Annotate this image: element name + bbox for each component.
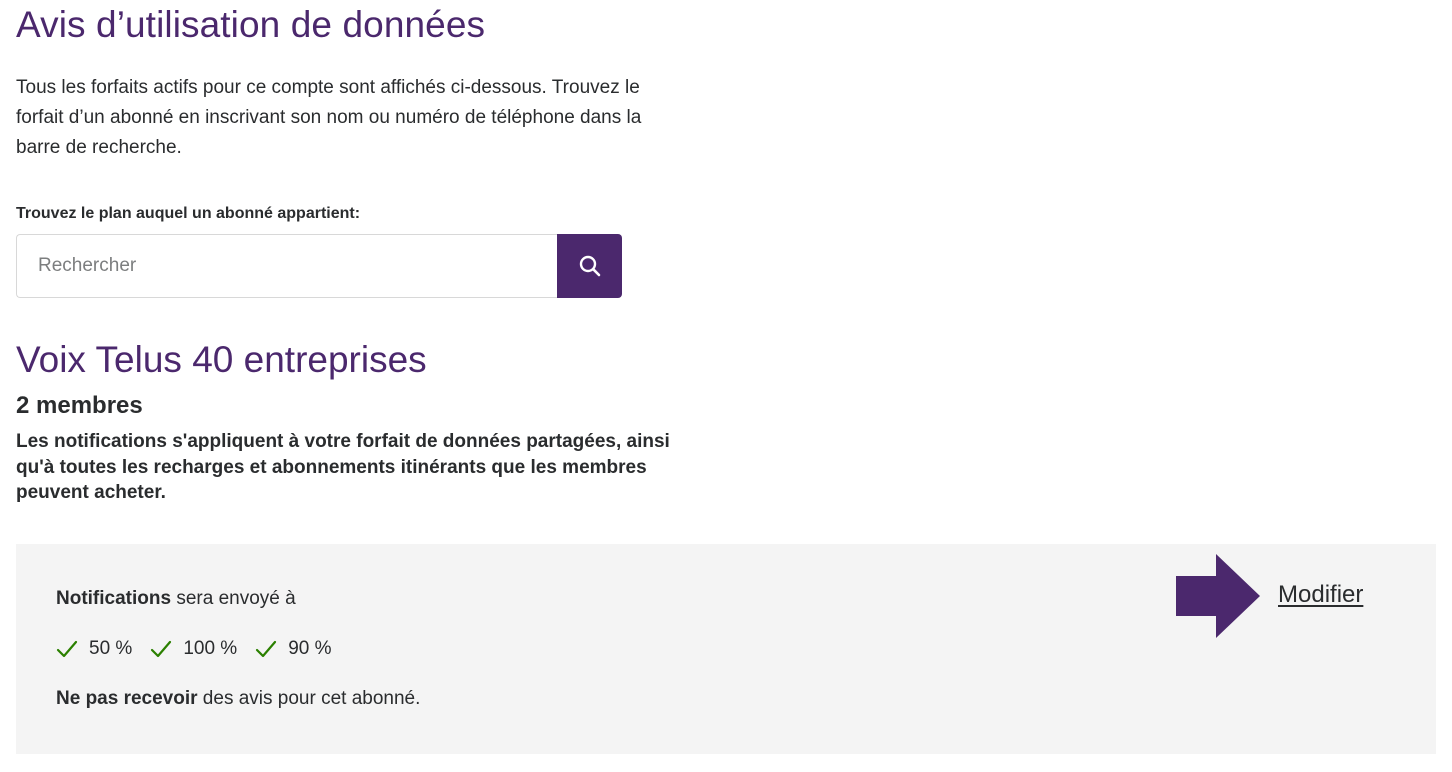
- no-receive-line: Ne pas recevoir des avis pour cet abonné…: [56, 688, 420, 710]
- check-icon: [150, 638, 172, 660]
- check-icon: [255, 638, 277, 660]
- page: Avis d’utilisation de données Tous les f…: [0, 0, 1452, 772]
- threshold-item: 50 %: [56, 638, 132, 660]
- threshold-value: 90 %: [288, 638, 332, 659]
- notification-recipients-line: Notifications sera envoyé à: [56, 588, 296, 610]
- edit-link[interactable]: Modifier: [1278, 581, 1363, 609]
- notification-panel: Notifications sera envoyé à 50 % 100 % 9…: [16, 544, 1436, 754]
- search-input[interactable]: [16, 234, 558, 298]
- search-bar: [16, 234, 622, 298]
- member-count: 2 membres: [16, 392, 143, 419]
- notifications-label-rest: sera envoyé à: [171, 588, 296, 609]
- threshold-item: 90 %: [255, 638, 332, 660]
- plan-description: Les notifications s'appliquent à votre f…: [16, 431, 670, 503]
- page-title: Avis d’utilisation de données: [16, 4, 486, 45]
- threshold-item: 100 %: [150, 638, 237, 660]
- intro-text: Tous les forfaits actifs pour ce compte …: [16, 77, 642, 158]
- check-icon: [56, 638, 78, 660]
- threshold-list: 50 % 100 % 90 %: [56, 638, 350, 660]
- no-receive-label: Ne pas recevoir: [56, 688, 198, 709]
- threshold-value: 100 %: [183, 638, 238, 659]
- plan-title: Voix Telus 40 entreprises: [16, 339, 427, 380]
- right-arrow-icon: [1176, 554, 1260, 638]
- search-label: Trouvez le plan auquel un abonné apparti…: [16, 205, 361, 222]
- threshold-value: 50 %: [89, 638, 133, 659]
- no-receive-label-rest: des avis pour cet abonné.: [197, 688, 421, 709]
- search-icon: [578, 254, 602, 278]
- search-button[interactable]: [557, 234, 622, 298]
- notifications-label: Notifications: [56, 588, 172, 609]
